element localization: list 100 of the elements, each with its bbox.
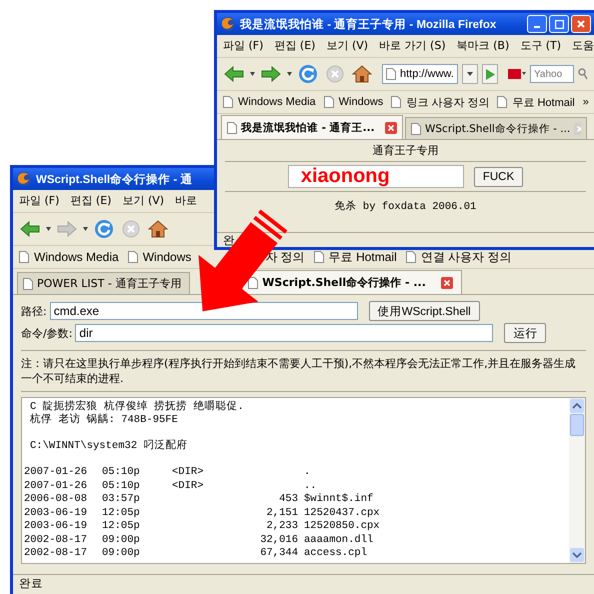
text-field[interactable]: xiaonong — [288, 165, 464, 188]
page-icon — [227, 122, 237, 134]
tab-label: WScript.Shell命令行操作 - ... — [262, 275, 427, 290]
menu-item[interactable]: 편집 (E) — [70, 193, 112, 209]
browser-tab[interactable]: POWER LIST - 通育王子专用 — [17, 272, 190, 294]
close-icon[interactable] — [385, 122, 397, 134]
page-icon — [128, 251, 138, 263]
bookmark-label: Windows — [142, 250, 192, 264]
reload-icon — [94, 219, 114, 239]
menu-item[interactable]: 보기 (V) — [122, 193, 164, 209]
file-time: 09:00p — [102, 547, 141, 560]
scroll-thumb[interactable] — [570, 414, 584, 436]
bookmark-item[interactable]: Windows Media — [223, 96, 316, 108]
path-label: 路径: — [21, 304, 47, 318]
bookmark-label: 무료 Hotmail — [512, 96, 575, 110]
search-field[interactable]: Yahoo — [530, 65, 574, 83]
output-line: C:\WINNT\system32 叼泛配府 — [29, 440, 188, 453]
page-icon — [497, 96, 508, 108]
maximize-button[interactable] — [549, 15, 569, 33]
browser-tab[interactable]: 我是流氓我怕谁 - 通育王... — [221, 115, 403, 139]
search-icon[interactable] — [578, 68, 588, 80]
status-text: 완료 — [19, 576, 43, 590]
dropdown-caret-icon[interactable] — [250, 72, 255, 76]
file-name: 12520850.cpx — [304, 520, 381, 534]
menu-item[interactable]: 파일 (F) — [19, 193, 60, 209]
menu-item[interactable]: 파일 (F) — [223, 38, 264, 54]
file-size: 2,233 — [266, 520, 298, 532]
file-date: 2003-06-19 — [24, 506, 88, 520]
output-line: 杭俘 老访 锅龋: 748B-95FE — [29, 414, 179, 427]
more-bookmarks-button[interactable]: » — [582, 96, 593, 108]
file-size: 67,344 — [260, 547, 298, 559]
page-icon — [391, 96, 402, 108]
output-line: C 靛扼捞宏狼 杭俘俊绰 捞抚捞 绝嚼聪促. — [29, 401, 245, 413]
file-time: 05:10p — [102, 466, 141, 480]
file-name: aaaamon.dll — [304, 534, 374, 547]
browser-tab[interactable]: WScript.Shell命令行操作 - ... — [405, 117, 587, 139]
scrollbar[interactable] — [569, 398, 585, 563]
scroll-down-icon[interactable] — [570, 548, 584, 562]
page-icon — [406, 251, 416, 263]
minimize-button[interactable] — [527, 15, 547, 33]
file-time: 05:10p — [102, 480, 141, 493]
home-button[interactable] — [350, 65, 374, 83]
forward-button[interactable] — [259, 66, 283, 82]
run-button[interactable]: 运行 — [504, 323, 546, 343]
submit-button[interactable]: FUCK — [474, 166, 524, 186]
file-time: 03:57p — [102, 493, 141, 506]
back-button[interactable] — [18, 221, 42, 237]
menu-item[interactable]: 도구 (T) — [520, 38, 562, 54]
menu-item[interactable]: 바로 가기 (S) — [379, 38, 446, 54]
forward-arrow-icon — [57, 221, 77, 237]
dropdown-caret-icon[interactable] — [46, 227, 51, 231]
file-date: 2002-08-17 — [24, 534, 88, 547]
menu-item[interactable]: 편집 (E) — [274, 38, 316, 54]
bookmark-item[interactable]: Windows — [128, 250, 192, 264]
bookmark-item[interactable]: 무료 Hotmail — [314, 248, 397, 266]
bookmark-item[interactable]: 링크 사용자 정의 — [391, 94, 490, 110]
page-icon — [324, 96, 334, 108]
menu-item[interactable]: 북마크 (B) — [456, 38, 510, 54]
file-name: $winnt$.inf — [304, 493, 374, 506]
menu-item[interactable]: 바로 — [175, 193, 198, 209]
file-date: 2006-08-08 — [24, 493, 88, 506]
close-icon[interactable] — [441, 276, 454, 288]
scroll-up-icon[interactable] — [570, 399, 584, 413]
address-text: http://www. — [400, 68, 454, 80]
maximize-icon — [554, 20, 564, 28]
home-button[interactable] — [146, 220, 170, 238]
address-dropdown-button[interactable] — [462, 64, 478, 84]
dropdown-caret-icon[interactable] — [287, 72, 292, 76]
stop-icon — [326, 65, 344, 83]
dropdown-caret-icon[interactable] — [83, 227, 88, 231]
page-icon — [23, 278, 33, 290]
page-icon — [314, 251, 324, 263]
firefox-logo-icon — [16, 171, 32, 187]
note-text: 注：请只在这里执行单步程序(程序执行开始到结束不需要人工干预),不然本程序会无法正常工作,并且在服务器生成一个不可结束的进程. — [21, 356, 577, 386]
file-time: 12:05p — [102, 506, 141, 520]
back-button[interactable] — [222, 66, 246, 82]
window-title: WScript.Shell命令行操作 - 通 — [36, 172, 192, 186]
reload-button[interactable] — [92, 219, 116, 239]
close-button[interactable] — [571, 15, 591, 33]
path-field[interactable]: cmd.exe — [50, 302, 358, 320]
file-name: 12520437.cpx — [304, 506, 381, 520]
address-field[interactable]: http://www. — [382, 64, 458, 84]
bookmark-label: 링크 사용자 정의 — [406, 96, 490, 110]
file-date: 2007-01-26 — [24, 480, 88, 493]
menu-item[interactable]: 보기 (V) — [326, 38, 368, 54]
command-field[interactable]: dir — [75, 324, 494, 342]
menu-item[interactable]: 도움 — [572, 38, 594, 54]
back-arrow-icon — [224, 66, 244, 82]
bookmark-item[interactable]: 무료 Hotmail — [497, 94, 575, 110]
page-icon — [223, 96, 233, 108]
play-icon — [486, 68, 494, 80]
reload-button[interactable] — [296, 64, 320, 84]
browser-tab[interactable]: WScript.Shell命令行操作 - ... — [242, 270, 462, 294]
use-wscript-button[interactable]: 使用WScript.Shell — [368, 301, 480, 321]
forward-arrow-icon — [261, 66, 281, 82]
window-title: 我是流氓我怕谁 - 通育王子专用 - Mozilla Firefox — [240, 16, 496, 32]
status-text: 완 — [223, 233, 235, 247]
file-name: access.cpl — [304, 547, 368, 560]
bookmark-item[interactable]: Windows — [324, 96, 384, 108]
footer-text: 免杀 by foxdata 2006.01 — [334, 200, 476, 213]
